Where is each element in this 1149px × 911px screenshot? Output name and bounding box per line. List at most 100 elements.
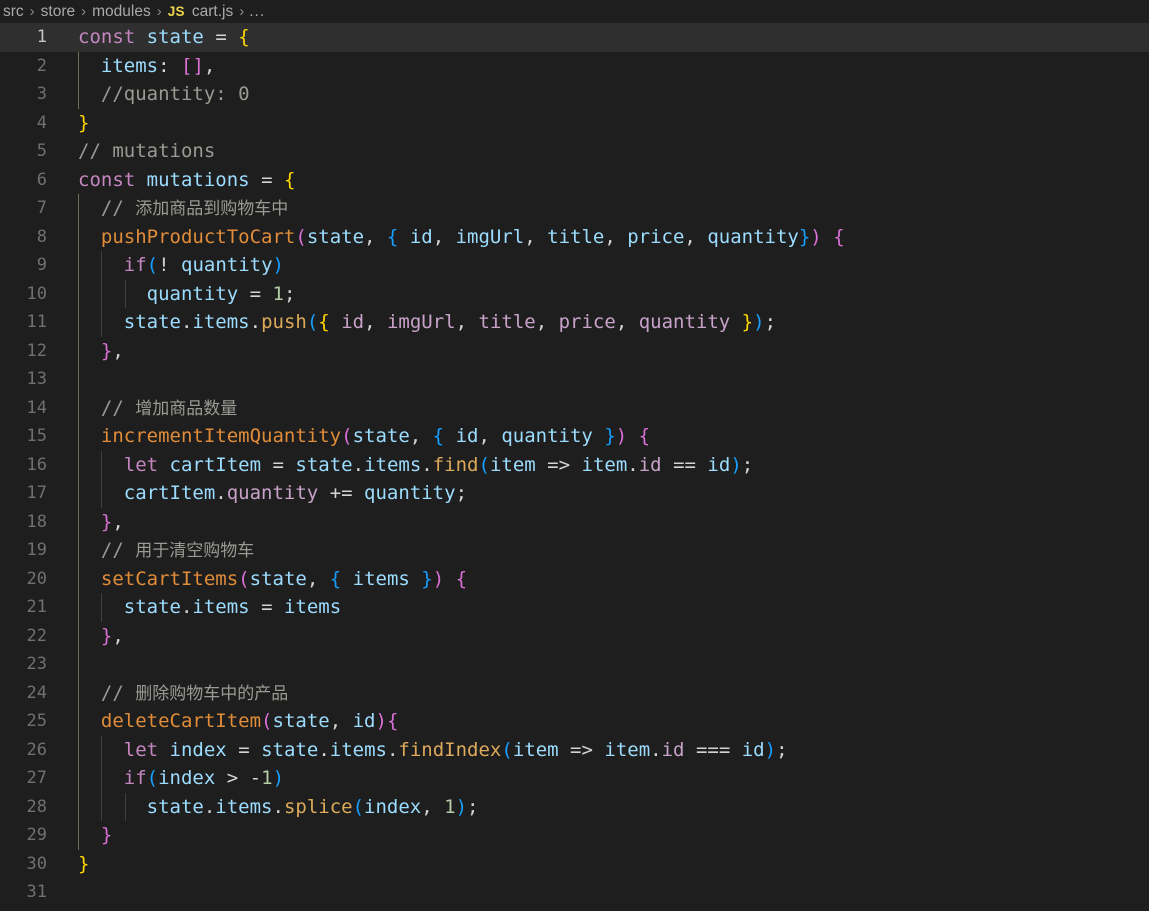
code-token: . <box>215 482 227 504</box>
code-token: , <box>421 795 445 818</box>
code-line-content: }, <box>78 622 1149 651</box>
code-line[interactable]: 12 }, <box>0 336 1149 365</box>
code-line[interactable]: 21 state.items = items <box>0 593 1149 622</box>
code-token: ! <box>158 254 170 276</box>
code-token: , <box>432 225 456 248</box>
breadcrumb-item-modules[interactable]: modules <box>91 3 152 21</box>
code-line[interactable]: 19 // 用于清空购物车 <box>0 536 1149 565</box>
code-token: 增加商品数量 <box>135 398 238 419</box>
line-number: 7 <box>36 198 47 218</box>
code-line-content: incrementItemQuantity(state, { id, quant… <box>78 422 1149 451</box>
code-line-content: deleteCartItem(state, id){ <box>78 707 1149 736</box>
code-line[interactable]: 27 if(index > -1) <box>0 764 1149 793</box>
code-token: . <box>249 311 262 333</box>
code-line[interactable]: 25 deleteCartItem(state, id){ <box>0 707 1149 736</box>
code-line-content: let index = state.items.findIndex(item =… <box>78 736 1149 765</box>
code-line[interactable]: 30} <box>0 850 1149 879</box>
code-token: = <box>261 168 273 191</box>
breadcrumb-item-src[interactable]: src <box>2 3 25 21</box>
code-token: id <box>741 738 765 761</box>
code-line[interactable]: 23 <box>0 650 1149 679</box>
line-number: 12 <box>26 340 47 361</box>
code-token: quantity <box>364 482 456 504</box>
code-token: let <box>123 453 159 476</box>
code-token: items <box>283 596 342 618</box>
code-line[interactable]: 31 <box>0 878 1149 907</box>
code-token: } <box>100 824 113 846</box>
code-line-content <box>78 365 1149 394</box>
line-number: 13 <box>26 369 47 389</box>
code-token: index <box>169 738 227 761</box>
code-line-content: state.items = items <box>78 593 1149 622</box>
code-token: mutations <box>146 168 250 191</box>
code-token: imgUrl <box>386 311 456 333</box>
code-editor[interactable]: 1 const state = {2 items: [], 3 //quantity… <box>0 23 1149 911</box>
code-token: , <box>112 510 124 533</box>
code-token: . <box>272 795 284 818</box>
code-token: items <box>215 795 273 818</box>
code-line[interactable]: 9 if(! quantity) <box>0 251 1149 280</box>
code-token: = <box>249 282 262 305</box>
code-token: ( <box>341 425 353 447</box>
code-line[interactable]: 17 cartItem.quantity += quantity; <box>0 479 1149 508</box>
code-line-content: //quantity: 0 <box>78 80 1149 109</box>
code-line[interactable]: 4} <box>0 109 1149 138</box>
code-token: id <box>352 710 376 732</box>
code-token: , <box>409 425 433 447</box>
code-line[interactable]: 20 setCartItems(state, { items }) { <box>0 564 1149 593</box>
code-line[interactable]: 5 // mutations <box>0 137 1149 166</box>
breadcrumb-separator: › <box>81 3 87 20</box>
breadcrumb-item-cart-js[interactable]: cart.js <box>191 3 234 21</box>
code-line[interactable]: 24 // 删除购物车中的产品 <box>0 678 1149 708</box>
breadcrumb-symbol-overflow[interactable]: ... <box>249 3 265 21</box>
code-line[interactable]: 10 quantity = 1; <box>0 279 1149 308</box>
code-line[interactable]: 14 // 增加商品数量 <box>0 393 1149 423</box>
code-line[interactable]: 2 items: [], <box>0 51 1149 80</box>
code-line[interactable]: 8 pushProductToCart(state, { id, imgUrl,… <box>0 222 1149 251</box>
code-token: quantity <box>707 225 799 248</box>
code-line[interactable]: 22 }, <box>0 621 1149 651</box>
code-line[interactable]: 6 const mutations = { <box>0 166 1149 195</box>
code-line[interactable]: 3 //quantity: 0 <box>0 80 1149 109</box>
code-line-content: // 删除购物车中的产品 <box>78 679 1149 708</box>
line-number: 1 <box>36 27 47 47</box>
code-line[interactable]: 13 <box>0 365 1149 394</box>
code-token: , <box>364 311 387 333</box>
code-line[interactable]: 11 state.items.push({ id, imgUrl, title,… <box>0 308 1149 337</box>
code-token: = <box>261 596 273 618</box>
code-token: ) <box>375 710 387 732</box>
code-token: find <box>432 453 479 476</box>
code-line[interactable]: 18 }, <box>0 507 1149 536</box>
code-line-content: state.items.splice(index, 1); <box>78 793 1149 822</box>
code-token: index <box>364 795 422 818</box>
code-token: // mutations <box>78 140 216 162</box>
code-token: . <box>180 596 193 618</box>
code-line-content: // 增加商品数量 <box>78 394 1149 423</box>
code-line-content: let cartItem = state.items.find(item => … <box>78 451 1149 480</box>
code-line[interactable]: 26 let index = state.items.findIndex(ite… <box>0 735 1149 765</box>
code-line[interactable]: 1 const state = { <box>0 23 1149 52</box>
code-token: item <box>512 738 559 761</box>
code-line-content: if(index > -1) <box>78 764 1149 793</box>
code-line[interactable]: 28 state.items.splice(index, 1); <box>0 792 1149 822</box>
code-token: quantity <box>501 425 593 447</box>
code-token: === <box>695 738 731 761</box>
code-line[interactable]: 15 incrementItemQuantity(state, { id, qu… <box>0 422 1149 451</box>
code-token: 1 <box>272 282 284 305</box>
code-token: ) <box>753 311 765 333</box>
code-line[interactable]: 29 } <box>0 821 1149 850</box>
code-line[interactable]: 16 let cartItem = state.items.find(item … <box>0 450 1149 480</box>
code-line[interactable]: 7 // 添加商品到购物车中 <box>0 194 1149 223</box>
breadcrumb-item-store[interactable]: store <box>40 3 76 21</box>
